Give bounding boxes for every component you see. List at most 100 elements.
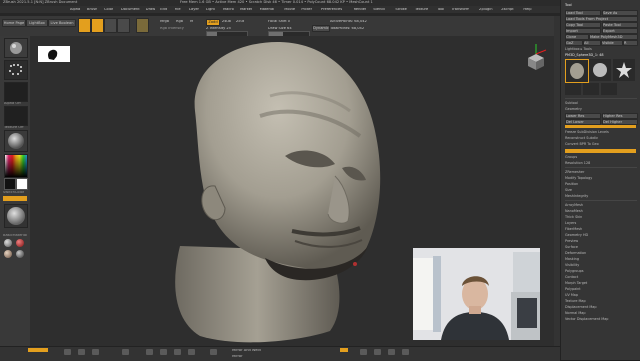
switch-color-label[interactable]: SwitchColor <box>3 191 24 195</box>
menu-item-tool[interactable]: Tool <box>437 8 444 12</box>
mirror-weld-label[interactable]: Mirror And Weld <box>232 349 261 353</box>
rgb-intensity-label[interactable]: Rgb Intensity <box>160 27 184 31</box>
brush-damstandard[interactable] <box>210 349 217 355</box>
bottom-active-tool[interactable] <box>28 348 48 352</box>
reconstruct-subdiv-button[interactable]: Reconstruct Subdiv <box>565 136 637 140</box>
stroke-slot[interactable] <box>4 60 28 80</box>
section-arraymesh[interactable]: ArrayMesh <box>565 203 637 207</box>
section-morph-target[interactable]: Morph Target <box>565 281 637 285</box>
section-layers[interactable]: Layers <box>565 221 637 225</box>
live-boolean-button[interactable]: Live Boolean <box>48 19 76 27</box>
section-subtool[interactable]: Subtool <box>565 101 637 105</box>
section-surface[interactable]: Surface <box>565 245 637 249</box>
menu-item-layer[interactable]: Layer <box>189 8 199 12</box>
menu-item-stroke[interactable]: Stroke <box>395 8 406 12</box>
tool-thumb-small-2[interactable] <box>583 83 599 95</box>
section-uv-map[interactable]: UV Map <box>565 293 637 297</box>
edit-button[interactable] <box>78 18 91 33</box>
menu-item-marker[interactable]: Marker <box>240 8 252 12</box>
menu-item-brush[interactable]: Brush <box>87 8 97 12</box>
menu-item-alpha[interactable]: Alpha <box>70 8 80 12</box>
size-button[interactable]: Size <box>565 188 637 192</box>
modify-topology-button[interactable]: Modify Topology <box>565 176 637 180</box>
tool-thumb-sphere[interactable] <box>589 59 611 81</box>
section-contact[interactable]: Contact <box>565 275 637 279</box>
menu-item-file[interactable]: File <box>175 8 181 12</box>
menu-item-draw[interactable]: Draw <box>146 8 155 12</box>
meshintegrity-button[interactable]: MeshIntegrity <box>565 194 637 198</box>
all-button[interactable]: All <box>583 40 601 46</box>
brush-slash3[interactable] <box>402 349 409 355</box>
brush-masklasso[interactable] <box>374 349 381 355</box>
bottom-toggle[interactable] <box>340 348 348 352</box>
divide-button[interactable] <box>565 125 636 128</box>
red-material-swatch[interactable] <box>16 239 24 247</box>
freeze-subdiv-button[interactable]: Freeze SubDivision Levels <box>565 130 637 134</box>
rgb-toggle[interactable]: Rgb <box>176 20 183 24</box>
menu-item-help[interactable]: Help <box>523 8 531 12</box>
draw-button[interactable] <box>91 18 104 33</box>
brush-pinch[interactable] <box>160 349 167 355</box>
m-toggle[interactable]: M <box>190 20 193 24</box>
basic-material-swatch[interactable] <box>4 239 12 247</box>
menu-item-material[interactable]: Material <box>260 8 275 12</box>
tool-thumb-sculpt[interactable] <box>565 59 589 83</box>
gray-material-swatch[interactable] <box>16 250 24 258</box>
section-texture-map[interactable]: Texture Map <box>565 299 637 303</box>
matcap-slot[interactable] <box>4 204 28 228</box>
lightbox-tools-link[interactable]: Lightbox ▸ Tools <box>565 47 637 51</box>
section-geometry[interactable]: Geometry <box>565 107 637 111</box>
tool-thumb-star[interactable] <box>613 59 635 81</box>
brush-hpolish[interactable] <box>146 349 153 355</box>
move-button[interactable] <box>104 18 117 33</box>
brush-snakehook[interactable] <box>64 349 71 355</box>
tool-thumb-small-3[interactable] <box>601 83 617 95</box>
section-geometry-hd[interactable]: Geometry HD <box>565 233 637 237</box>
section-displacement-map[interactable]: Displacement Map <box>565 305 637 309</box>
section-deformation[interactable]: Deformation <box>565 251 637 255</box>
menu-item-transform[interactable]: Transform <box>452 8 470 12</box>
focal-shift-label[interactable]: Focal Shift 0 <box>268 20 290 24</box>
primary-color-swatch[interactable] <box>4 178 16 190</box>
section-visibility[interactable]: Visibility <box>565 263 637 267</box>
zadd-button[interactable]: Zadd <box>206 19 220 26</box>
groups-button[interactable]: Groups <box>565 155 637 159</box>
lightbox-button[interactable]: LightBox <box>26 19 48 27</box>
menu-item-picker[interactable]: Picker <box>301 8 312 12</box>
brush-trimdynamic[interactable] <box>174 349 181 355</box>
brush-zmodeler[interactable] <box>360 349 367 355</box>
alpha-slot[interactable] <box>4 82 28 102</box>
alternate-button[interactable] <box>3 196 27 201</box>
r-button[interactable]: R <box>623 40 638 46</box>
menu-item-movie[interactable]: Movie <box>284 8 295 12</box>
position-button[interactable]: Position <box>565 182 637 186</box>
section-nanomesh[interactable]: NanoMesh <box>565 209 637 213</box>
rotate-button[interactable] <box>136 18 149 33</box>
section-masking[interactable]: Masking <box>565 257 637 261</box>
menu-item-color[interactable]: Color <box>104 8 113 12</box>
menu-item-zscript[interactable]: Zscript <box>501 8 513 12</box>
tool-header[interactable]: Tool <box>565 3 637 7</box>
dynamic-button[interactable]: Dynamic <box>312 25 330 32</box>
skin-material-swatch[interactable] <box>4 250 12 258</box>
brush-claybuildup[interactable] <box>122 349 129 355</box>
menu-item-render[interactable]: Render <box>354 8 367 12</box>
section-preview[interactable]: Preview <box>565 239 637 243</box>
zcut-button[interactable]: Zcut <box>236 20 244 24</box>
section-polygroups[interactable]: Polygroups <box>565 269 637 273</box>
brush-standard[interactable] <box>92 349 99 355</box>
menu-item-zplugin[interactable]: Zplugin <box>479 8 493 12</box>
brush-move[interactable] <box>78 349 85 355</box>
tool-thumb-small-1[interactable] <box>565 83 581 95</box>
material-slot[interactable] <box>4 130 28 152</box>
menu-item-light[interactable]: Light <box>206 8 215 12</box>
section-vector-displacement-map[interactable]: Vector Displacement Map <box>565 317 637 321</box>
texture-slot[interactable] <box>4 106 28 126</box>
zsub-button[interactable]: Zsub <box>222 20 231 24</box>
dynamesh-button[interactable] <box>565 149 636 153</box>
deformer-label[interactable]: Mirror <box>232 355 243 359</box>
goz-button[interactable]: GoZ <box>565 40 583 46</box>
brush-inflat[interactable] <box>188 349 195 355</box>
color-picker[interactable] <box>4 154 28 178</box>
section-fibermesh[interactable]: FiberMesh <box>565 227 637 231</box>
